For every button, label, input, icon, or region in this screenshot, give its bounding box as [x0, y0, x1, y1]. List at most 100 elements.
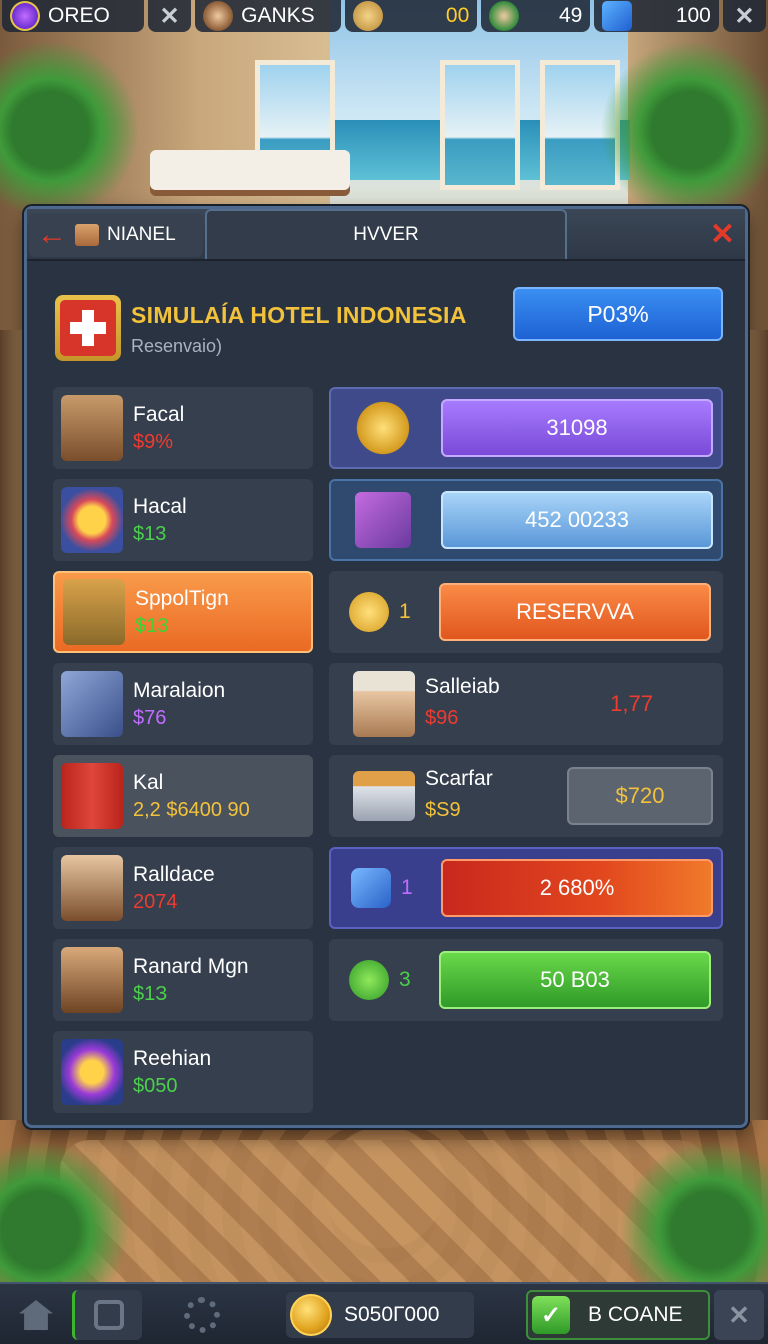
top-hud: OREO ✕ GANKS 00 49 100 ✕: [0, 0, 768, 34]
level-avatar-icon: [489, 1, 520, 31]
close-hud-button[interactable]: ✕: [722, 0, 766, 32]
back-tab[interactable]: ← NIANEL: [29, 213, 203, 257]
hotel-title: SIMULAÍA HOTEL INDONESIA: [131, 302, 467, 328]
item-row: Scarfar $S9 $720: [329, 755, 723, 837]
panel-tab-bar: ← NIANEL HVVER ✕: [27, 209, 745, 261]
item-name: Reehian: [133, 1046, 212, 1070]
check-icon: ✓: [532, 1296, 570, 1334]
done-button[interactable]: ✓ B COANE: [526, 1290, 710, 1340]
palm-tree: [600, 40, 768, 220]
item-value: $1З: [133, 982, 168, 1005]
list-item[interactable]: Ranard Mgn $1З: [53, 939, 313, 1021]
item-value: 2074: [133, 890, 178, 913]
hotel-emblem-icon: [55, 295, 121, 361]
hotel-subtitle: Resenvaio): [131, 336, 223, 356]
item-value: $13: [135, 614, 169, 637]
close-icon: ✕: [159, 2, 180, 30]
item-value: $050: [133, 1074, 178, 1097]
confirm-button[interactable]: 50 B03: [439, 951, 711, 1009]
curtain-icon: [61, 763, 123, 829]
close-panel-button[interactable]: ✕: [710, 217, 735, 252]
progress-button[interactable]: P03%: [513, 287, 723, 341]
coin-icon: [290, 1294, 332, 1336]
magic-star-icon: [61, 1039, 123, 1105]
player-emblem-icon: [10, 1, 40, 31]
staff-row[interactable]: Salleiab $96 1,77: [329, 663, 723, 745]
avatar: [61, 395, 123, 461]
staff-side-value: 1,77: [610, 691, 653, 716]
resource-bar[interactable]: 452 00233: [441, 491, 713, 549]
crate-icon: [63, 579, 125, 645]
carpet: [60, 1140, 708, 1300]
settings-button[interactable]: [172, 1290, 232, 1340]
cube-icon: [351, 868, 391, 908]
active-tab-label: HVVER: [353, 224, 419, 245]
storage-button[interactable]: [72, 1290, 142, 1340]
done-label: B COANE: [588, 1303, 683, 1326]
star-coin-icon: [349, 592, 389, 632]
reserve-button[interactable]: RESERVVA: [439, 583, 711, 641]
list-item[interactable]: Kal 2,2 $6400 90: [53, 755, 313, 837]
item-name: Scarfar: [425, 767, 493, 790]
item-name: Kal: [133, 770, 164, 794]
confirm-count: 3: [399, 968, 411, 991]
gem-value: 100: [675, 4, 711, 27]
star-icon: [61, 487, 123, 553]
check-icon: [349, 960, 389, 1000]
back-tab-label: NIANEL: [107, 224, 176, 245]
resource-row: 452 00233: [329, 479, 723, 561]
player-name: OREO: [48, 4, 110, 27]
reservation-count: 1: [399, 600, 411, 623]
storage-icon: [93, 1300, 124, 1330]
box-icon: [75, 224, 99, 246]
list-item[interactable]: Maralaion $76: [53, 663, 313, 745]
close-player-button[interactable]: ✕: [147, 0, 192, 32]
close-bottom-button[interactable]: ✕: [714, 1290, 764, 1340]
gem-counter[interactable]: 100: [594, 0, 719, 32]
team-badge[interactable]: GANKS: [195, 0, 341, 32]
gear-icon: [184, 1297, 220, 1333]
list-item[interactable]: Reehian $050: [53, 1031, 313, 1113]
item-name: Ralldace: [133, 862, 215, 886]
resource-bar[interactable]: 2 680%: [441, 859, 713, 917]
list-item[interactable]: Ralldace 2074: [53, 847, 313, 929]
item-name: Ranard Mgn: [133, 954, 249, 978]
item-value: 2,2 $6400 90: [133, 798, 250, 821]
home-button[interactable]: [6, 1290, 66, 1340]
tablet-icon: [61, 671, 123, 737]
player-badge[interactable]: OREO: [2, 0, 144, 32]
team-name: GANKS: [241, 4, 315, 27]
food-tray-icon: [353, 771, 415, 821]
level-counter[interactable]: 49: [481, 0, 591, 32]
item-value: $76: [133, 706, 167, 729]
ticket-icon: [355, 492, 411, 548]
close-icon: ✕: [734, 2, 755, 30]
close-icon: ✕: [728, 1299, 750, 1330]
item-value: $S9: [425, 799, 461, 821]
gold-counter[interactable]: 00: [344, 0, 478, 32]
list-item-selected[interactable]: SppolTign $13: [53, 571, 313, 653]
list-item[interactable]: Facal $9%: [53, 387, 313, 469]
item-name: Maralaion: [133, 678, 226, 702]
resource-bar[interactable]: 31098: [441, 399, 713, 457]
coin-value: S050Г000: [344, 1303, 440, 1326]
avatar: [61, 947, 123, 1013]
bottom-bar: S050Г000 ✓ B COANE ✕: [0, 1282, 768, 1344]
resource-row: 31098: [329, 387, 723, 469]
price-button[interactable]: $720: [567, 767, 713, 825]
list-item[interactable]: Hacal $13: [53, 479, 313, 561]
reservation-row: 1 RESERVVA: [329, 571, 723, 653]
tab-active[interactable]: HVVER: [205, 209, 567, 259]
house-icon: [19, 1300, 53, 1330]
item-value: $13: [133, 522, 167, 545]
gear-coin-icon: [355, 400, 411, 456]
item-name: SppolTign: [135, 586, 229, 610]
team-avatar-icon: [203, 1, 234, 31]
item-name: Hacal: [133, 494, 187, 518]
resource-row: 1 2 680%: [329, 847, 723, 929]
character-coin-icon: [352, 1, 383, 31]
avatar: [61, 855, 123, 921]
coin-balance[interactable]: S050Г000: [286, 1292, 474, 1338]
item-name: Facal: [133, 402, 185, 426]
staff-name: Salleiab: [425, 675, 500, 698]
